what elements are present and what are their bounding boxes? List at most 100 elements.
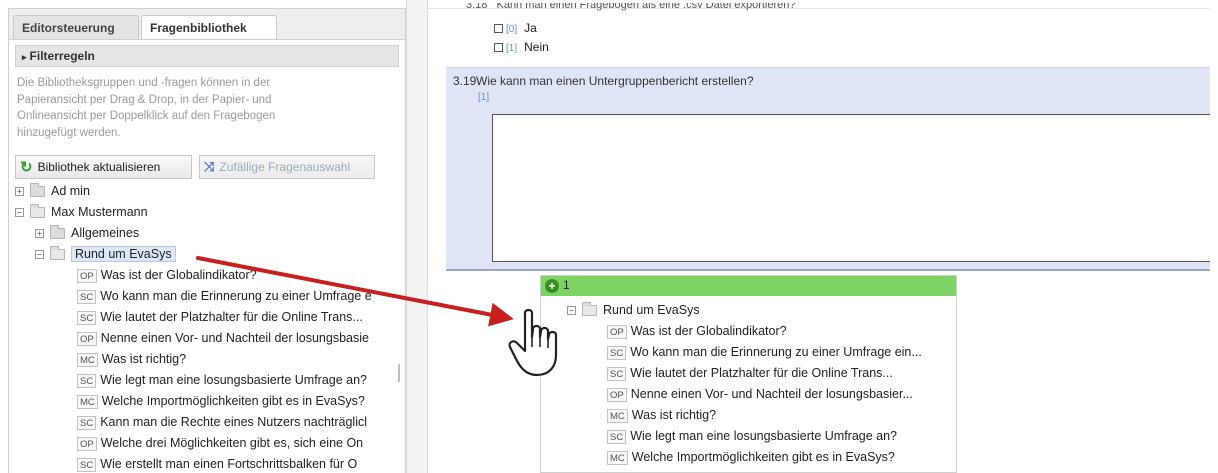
scrollbar-thumb[interactable]: [398, 364, 400, 382]
question-text: Welche Importmöglichkeiten gibt es in Ev…: [101, 394, 365, 408]
refresh-library-button[interactable]: ↻ Bibliothek aktualisieren: [15, 155, 192, 179]
drop-question-item: OP Nenne einen Vor- und Nachteil der losu…: [607, 384, 956, 405]
question-text: Wie legt man eine losungsbasierte Umfrag…: [630, 429, 898, 443]
panel-splitter[interactable]: [406, 0, 428, 473]
tree-node-admin[interactable]: + Ad min: [15, 181, 405, 202]
question-type-badge: OP: [77, 268, 97, 283]
library-question-item[interactable]: OP Welche drei Möglichkeiten gibt es, sic…: [77, 433, 405, 454]
answer-label: Nein: [524, 40, 549, 54]
library-question-item[interactable]: SC Wo kann man die Erinnerung zu einer Um…: [77, 286, 405, 307]
question-text: Wo kann man die Erinnerung zu einer Umfr…: [100, 289, 372, 303]
folder-open-icon: [30, 204, 45, 219]
help-text: Die Bibliotheksgruppen und -fragen könne…: [17, 77, 276, 139]
drop-question-item: SC Wie legt man eine losungsbasierte Umfr…: [607, 426, 956, 447]
question-type-badge: OP: [607, 324, 627, 339]
library-question-item[interactable]: SC Wie lautet der Platzhalter für die Onl…: [77, 307, 405, 328]
question-text: Welche drei Möglichkeiten gibt es, sich …: [100, 436, 364, 450]
drop-preview-tree: − Rund um EvaSys OP Was ist der Globalindi…: [567, 300, 956, 468]
random-question-button[interactable]: ⤨ Zufällige Fragenauswahl: [199, 155, 375, 179]
folder-open-icon: [50, 246, 65, 261]
tree-node-label: Rund um EvaSys: [71, 246, 176, 262]
question-319[interactable]: 3.19 Wie kann man einen Untergruppenberi…: [446, 67, 1210, 271]
question-text: Nenne einen Vor- und Nachteil der losung…: [100, 331, 369, 345]
question-number: 3.18: [466, 3, 488, 11]
question-text: Wie erstellt man einen Fortschrittsbalke…: [100, 457, 358, 471]
tab-fragenbibliothek[interactable]: Fragenbibliothek: [141, 15, 277, 39]
drop-question-item: OP Was ist der Globalindikator?: [607, 321, 956, 342]
answer-option[interactable]: [1] Nein: [494, 40, 549, 54]
question-text: Wie lautet der Platzhalter für die Onlin…: [630, 366, 893, 380]
question-text: Kann man die Rechte eines Nutzers nachtr…: [100, 415, 368, 429]
question-type-badge: SC: [607, 345, 627, 360]
question-type-badge: SC: [607, 366, 627, 381]
panel-tab-bar: Editorsteuerung Fragenbibliothek: [9, 9, 405, 40]
question-type-badge: MC: [77, 352, 98, 367]
hand-pointer-icon: [508, 308, 558, 377]
question-type-badge: OP: [607, 387, 627, 402]
drop-group-node: − Rund um EvaSys: [567, 300, 956, 321]
answer-label: Ja: [524, 21, 537, 35]
expand-icon[interactable]: +: [35, 229, 44, 239]
library-question-item[interactable]: SC Wie legt man eine losungsbasierte Umfr…: [77, 370, 405, 391]
question-type-badge: SC: [77, 373, 97, 388]
question-text: Nenne einen Vor- und Nachteil der losung…: [630, 387, 913, 401]
tree-node-general[interactable]: + Allgemeines: [15, 223, 405, 244]
library-question-list: OP Was ist der Globalindikator? SC Wo kann…: [15, 265, 405, 473]
question-text: Kann man einen Fragebogen als eine .csv …: [496, 3, 796, 11]
question-318-title: 3.18 Kann man einen Fragebogen als eine …: [466, 3, 796, 11]
question-text: Was ist der Globalindikator?: [100, 268, 257, 282]
question-text: Was ist der Globalindikator?: [630, 324, 787, 338]
question-type-badge: OP: [77, 331, 97, 346]
answer-code: [1]: [506, 43, 518, 54]
question-type-badge: MC: [77, 394, 98, 409]
random-question-label: Zufällige Fragenauswahl: [219, 160, 351, 174]
drag-drop-preview: + 1 − Rund um EvaSys OP Was ist der Global…: [540, 275, 957, 473]
expand-icon[interactable]: +: [15, 187, 24, 197]
collapse-icon[interactable]: −: [35, 250, 44, 260]
library-question-item[interactable]: SC Kann man die Rechte eines Nutzers nach…: [77, 412, 405, 433]
library-question-item[interactable]: MC Welche Importmöglichkeiten gibt es in …: [77, 391, 405, 412]
question-library-panel: Editorsteuerung Fragenbibliothek ▸ Filter…: [8, 8, 406, 473]
refresh-library-label: Bibliothek aktualisieren: [37, 160, 161, 174]
library-tree: + Ad min − Max Mustermann + Allgemeines − Ru…: [15, 181, 405, 473]
drop-item-count: 1: [563, 278, 570, 292]
collapse-icon[interactable]: −: [15, 208, 24, 218]
tree-node-group[interactable]: − Rund um EvaSys: [15, 244, 405, 265]
library-question-item[interactable]: OP Nenne einen Vor- und Nachteil der losu…: [77, 328, 405, 349]
answer-option[interactable]: [0] Ja: [494, 21, 537, 35]
question-text: Welche Importmöglichkeiten gibt es in Ev…: [631, 450, 895, 464]
filter-rules-header[interactable]: ▸ Filterregeln: [15, 45, 399, 67]
tree-node-user[interactable]: − Max Mustermann: [15, 202, 405, 223]
question-type-badge: OP: [77, 436, 97, 451]
folder-icon: [30, 183, 45, 198]
question-text: Wie kann man einen Untergruppenbericht e…: [476, 74, 754, 88]
drop-question-item: MC Was ist richtig?: [607, 405, 956, 426]
expand-arrow-icon: ▸: [22, 52, 27, 62]
drop-question-item: SC Wie lautet der Platzhalter für die Onl…: [607, 363, 956, 384]
tree-node-label: Rund um EvaSys: [603, 303, 700, 317]
question-type-badge: SC: [77, 457, 97, 472]
question-type-badge: MC: [607, 408, 628, 423]
question-type-badge: SC: [77, 310, 97, 325]
tree-node-label: Max Mustermann: [51, 205, 148, 219]
collapse-icon: −: [567, 306, 576, 316]
answer-code: [0]: [506, 24, 518, 35]
library-question-item[interactable]: SC Wie erstellt man einen Fortschrittsbal…: [77, 454, 405, 473]
folder-icon: [50, 225, 65, 240]
add-icon: +: [545, 279, 559, 293]
drop-preview-header: + 1: [541, 276, 956, 296]
open-answer-textbox[interactable]: [492, 114, 1210, 262]
question-text: Wie legt man eine losungsbasierte Umfrag…: [100, 373, 368, 387]
filter-rules-label: Filterregeln: [29, 49, 95, 63]
library-question-item[interactable]: MC Was ist richtig?: [77, 349, 405, 370]
question-text: Wie lautet der Platzhalter für die Onlin…: [100, 310, 363, 324]
checkbox[interactable]: [494, 43, 503, 53]
drop-question-item: MC Welche Importmöglichkeiten gibt es in …: [607, 447, 956, 468]
question-type-badge: SC: [607, 429, 627, 444]
question-type-badge: MC: [607, 450, 628, 465]
library-question-item[interactable]: OP Was ist der Globalindikator?: [77, 265, 405, 286]
checkbox[interactable]: [494, 24, 503, 34]
shuffle-icon: ⤨: [204, 159, 215, 174]
tab-editorsteuerung[interactable]: Editorsteuerung: [13, 15, 139, 39]
question-separator: [446, 269, 1210, 271]
